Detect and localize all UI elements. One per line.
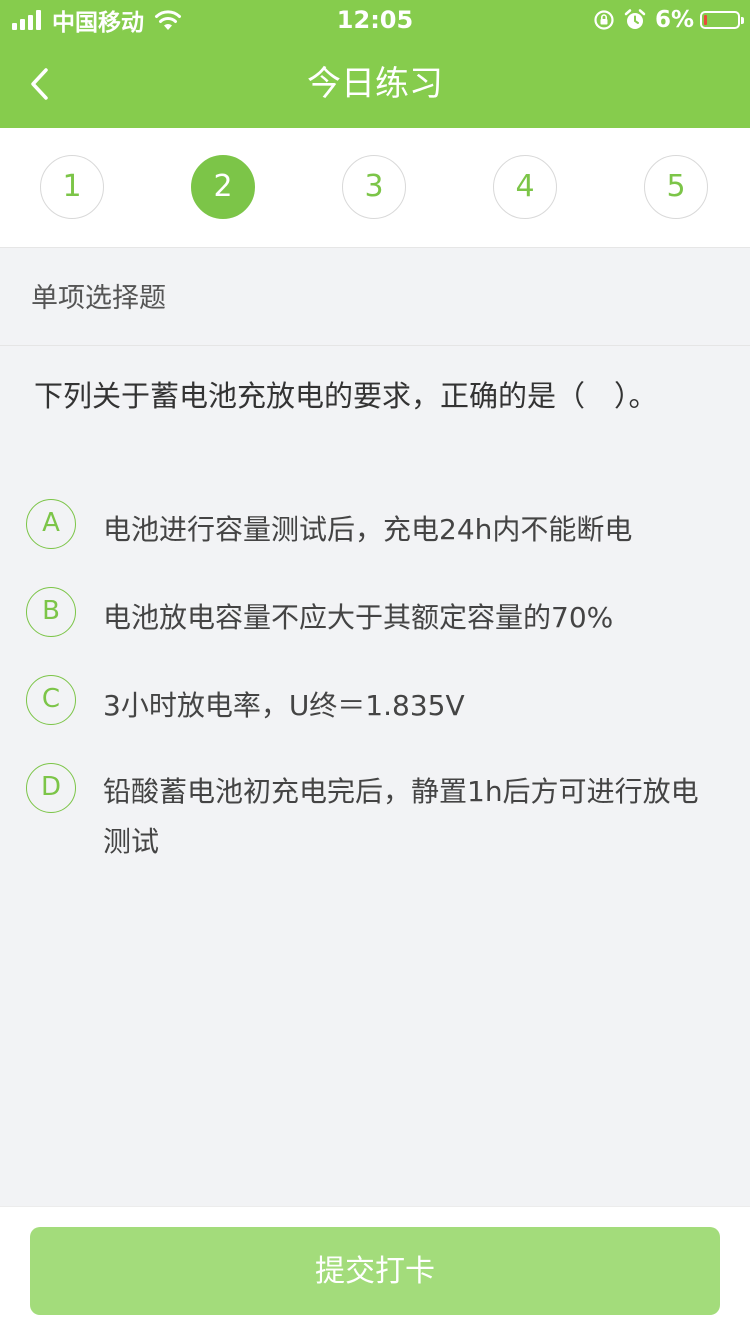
battery-icon	[700, 11, 744, 29]
option-letter-b: B	[26, 587, 76, 637]
question-type-header: 单项选择题	[0, 248, 750, 346]
option-text-b: 电池放电容量不应大于其额定容量的70%	[103, 601, 614, 634]
step-4[interactable]: 4	[493, 155, 557, 219]
nav-bar: 今日练习	[0, 40, 750, 128]
page-title: 今日练习	[307, 64, 443, 104]
battery-percent: 6%	[654, 7, 694, 33]
alarm-icon	[624, 9, 646, 29]
option-letter-a: A	[26, 499, 76, 549]
status-right: 6%	[593, 6, 744, 34]
option-text-d: 铅酸蓄电池初充电完后，静置1h后方可进行放电测试	[103, 775, 699, 858]
battery-level	[704, 15, 707, 25]
orientation-lock-icon	[594, 10, 614, 30]
header: 中国移动 12:05 6% 今日练习	[0, 0, 750, 128]
submit-button[interactable]: 提交打卡	[30, 1227, 720, 1315]
step-3[interactable]: 3	[342, 155, 406, 219]
question-text: 下列关于蓄电池充放电的要求，正确的是（ ）。	[34, 379, 658, 413]
option-letter-d: D	[26, 763, 76, 813]
step-2[interactable]: 2	[191, 155, 255, 219]
option-text-a: 电池进行容量测试后，充电24h内不能断电	[103, 513, 633, 546]
status-bar: 中国移动 12:05 6%	[0, 0, 750, 40]
question-type-label: 单项选择题	[31, 283, 166, 314]
option-text-c: 3小时放电率，U终＝1.835V	[103, 689, 465, 722]
option-letter-c: C	[26, 675, 76, 725]
step-1[interactable]: 1	[40, 155, 104, 219]
step-5[interactable]: 5	[644, 155, 708, 219]
question-stepper: 1 2 3 4 5	[0, 128, 750, 248]
footer-bar: 提交打卡	[0, 1206, 750, 1335]
